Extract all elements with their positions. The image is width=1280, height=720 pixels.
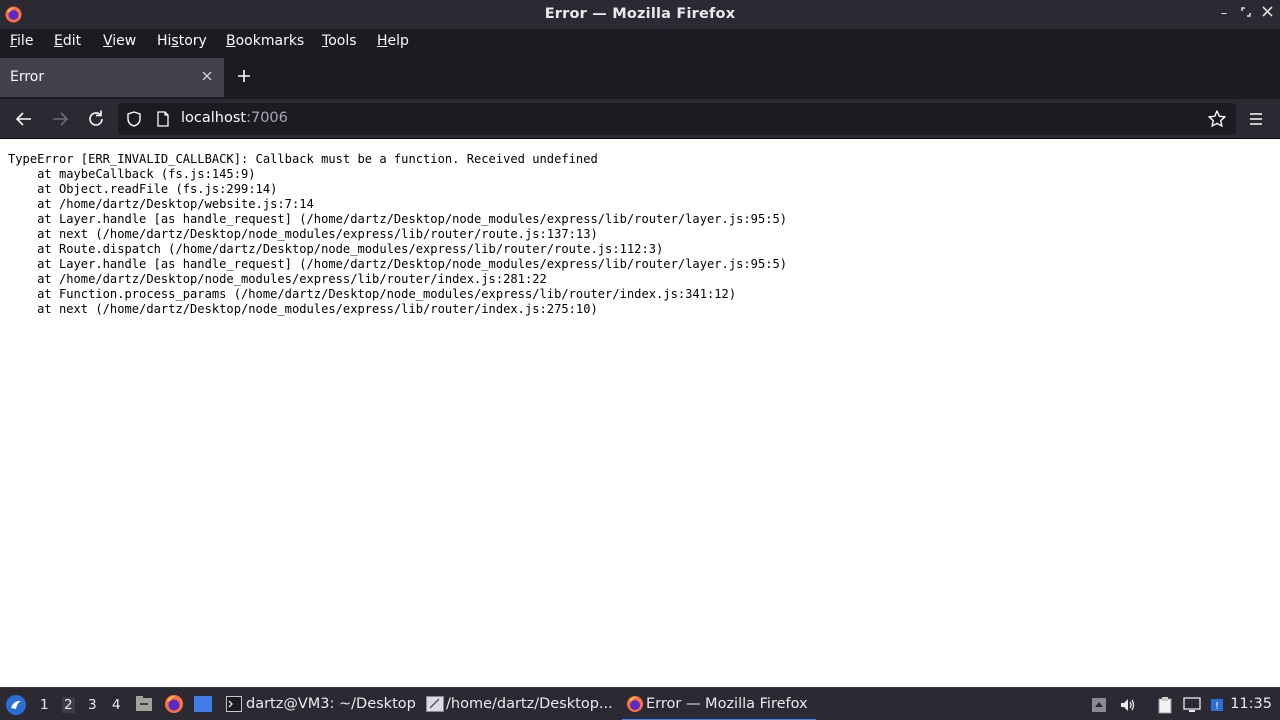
menu-help-mnemonic: H — [377, 33, 388, 49]
maximize-icon — [1241, 7, 1251, 17]
menu-bookmarks-mnemonic: B — [226, 33, 236, 49]
arrow-right-icon — [53, 112, 69, 126]
menu-history[interactable]: History — [157, 33, 207, 49]
stack-frame-line: at Route.dispatch (/home/dartz/Desktop/n… — [37, 242, 664, 256]
task-terminal[interactable]: dartz@VM3: ~/Desktop — [222, 688, 416, 720]
terminal-icon — [226, 696, 242, 712]
task-firefox[interactable]: Error — Mozilla Firefox — [622, 688, 816, 720]
menu-file-label: ile — [17, 33, 34, 49]
text-editor-icon — [426, 696, 444, 712]
firefox-icon — [627, 696, 643, 712]
menu-help[interactable]: Help — [377, 33, 409, 49]
task-label: /home/dartz/Desktop... — [446, 696, 613, 712]
url-host: localhost — [181, 110, 247, 126]
task-text-editor[interactable]: /home/dartz/Desktop... — [422, 688, 618, 720]
task-label: dartz@VM3: ~/Desktop — [246, 696, 416, 712]
tab-strip: Error — [0, 55, 1280, 99]
menu-file[interactable]: File — [10, 33, 33, 49]
tab-close-button[interactable] — [200, 70, 214, 84]
menu-tools[interactable]: Tools — [322, 33, 357, 49]
reload-button[interactable] — [85, 108, 107, 130]
menu-tools-label: ools — [328, 33, 357, 49]
stack-frame-line: at next (/home/dartz/Desktop/node_module… — [37, 227, 598, 241]
start-menu-icon[interactable] — [5, 694, 27, 716]
update-notification-icon[interactable]: ! — [1210, 696, 1228, 714]
hamburger-menu-icon — [1250, 113, 1262, 125]
menu-bookmarks[interactable]: Bookmarks — [226, 33, 304, 49]
shield-icon[interactable] — [126, 111, 142, 127]
tab-label: Error — [10, 69, 45, 85]
star-icon — [1208, 110, 1226, 127]
menu-edit-label: dit — [62, 33, 82, 49]
stack-frame-line: at Object.readFile (fs.js:299:14) — [37, 182, 278, 196]
page-content: TypeError [ERR_INVALID_CALLBACK]: Callba… — [0, 140, 1280, 687]
workspace-1[interactable]: 1 — [40, 697, 49, 713]
page-info-icon[interactable] — [156, 111, 170, 127]
menu-history-mnemonic: s — [171, 33, 179, 49]
plus-icon — [238, 70, 250, 82]
window-titlebar: Error — Mozilla Firefox – — [0, 0, 1280, 29]
maximize-button[interactable] — [1238, 6, 1254, 22]
stack-frame-line: at Layer.handle [as handle_request] (/ho… — [37, 212, 788, 226]
url-text[interactable]: localhost:7006 — [181, 110, 288, 126]
error-message-line: TypeError [ERR_INVALID_CALLBACK]: Callba… — [8, 152, 598, 166]
back-button[interactable] — [13, 108, 35, 130]
window-title: Error — Mozilla Firefox — [544, 6, 736, 22]
menu-history-label: tory — [178, 33, 207, 49]
workspace-2[interactable]: 2 — [62, 697, 75, 713]
stack-frame-line: at maybeCallback (fs.js:145:9) — [37, 167, 256, 181]
arrow-left-icon — [15, 112, 31, 126]
stack-frame-line: at Function.process_params (/home/dartz/… — [37, 287, 737, 301]
clock: 11:35 — [1230, 696, 1272, 712]
menu-view-label: iew — [112, 33, 137, 49]
menu-history-prefix: Hi — [157, 33, 172, 49]
file-manager-icon[interactable] — [135, 695, 153, 713]
menu-help-label: elp — [387, 33, 409, 49]
menu-view-mnemonic: V — [103, 33, 113, 49]
desktop-icon[interactable] — [193, 695, 213, 713]
url-port: :7006 — [246, 110, 288, 126]
bookmark-star-button[interactable] — [1206, 108, 1228, 130]
menu-edit[interactable]: Edit — [54, 33, 81, 49]
close-icon — [202, 71, 212, 81]
reload-icon — [89, 110, 103, 126]
error-stack-trace: TypeError [ERR_INVALID_CALLBACK]: Callba… — [8, 152, 787, 317]
stack-frame-line: at /home/dartz/Desktop/website.js:7:14 — [37, 197, 314, 211]
network-icon[interactable] — [1183, 696, 1201, 714]
menu-bar: File Edit View History Bookmarks Tools H… — [0, 29, 1280, 55]
url-bar[interactable]: localhost:7006 — [118, 103, 1236, 135]
task-label: Error — Mozilla Firefox — [646, 696, 808, 712]
tab-error[interactable]: Error — [0, 58, 224, 97]
volume-icon[interactable] — [1119, 696, 1137, 714]
close-icon — [1261, 6, 1273, 17]
close-window-button[interactable] — [1259, 6, 1275, 22]
workspace-3[interactable]: 3 — [88, 697, 97, 713]
menu-bookmarks-label: ookmarks — [235, 33, 305, 49]
stack-frame-line: at next (/home/dartz/Desktop/node_module… — [8, 302, 598, 316]
menu-view[interactable]: View — [103, 33, 136, 49]
tray-up-arrow-icon[interactable] — [1090, 696, 1108, 714]
forward-button[interactable] — [49, 108, 71, 130]
svg-text:!: ! — [1215, 701, 1219, 712]
app-menu-button[interactable] — [1245, 108, 1267, 130]
taskbar: 1 2 3 4 dartz@VM3: ~/Desktop /home/dartz… — [0, 687, 1280, 720]
stack-frame-line: at /home/dartz/Desktop/node_modules/expr… — [37, 272, 547, 286]
navigation-toolbar: localhost:7006 — [0, 99, 1280, 139]
workspace-4[interactable]: 4 — [112, 697, 121, 713]
firefox-launcher-icon[interactable] — [164, 694, 184, 714]
stack-frame-line: at Layer.handle [as handle_request] (/ho… — [37, 257, 788, 271]
minimize-button[interactable]: – — [1216, 6, 1232, 22]
menu-edit-mnemonic: E — [54, 33, 63, 49]
new-tab-button[interactable] — [234, 67, 254, 87]
clipboard-icon[interactable] — [1156, 696, 1174, 714]
menu-file-mnemonic: F — [10, 33, 18, 49]
